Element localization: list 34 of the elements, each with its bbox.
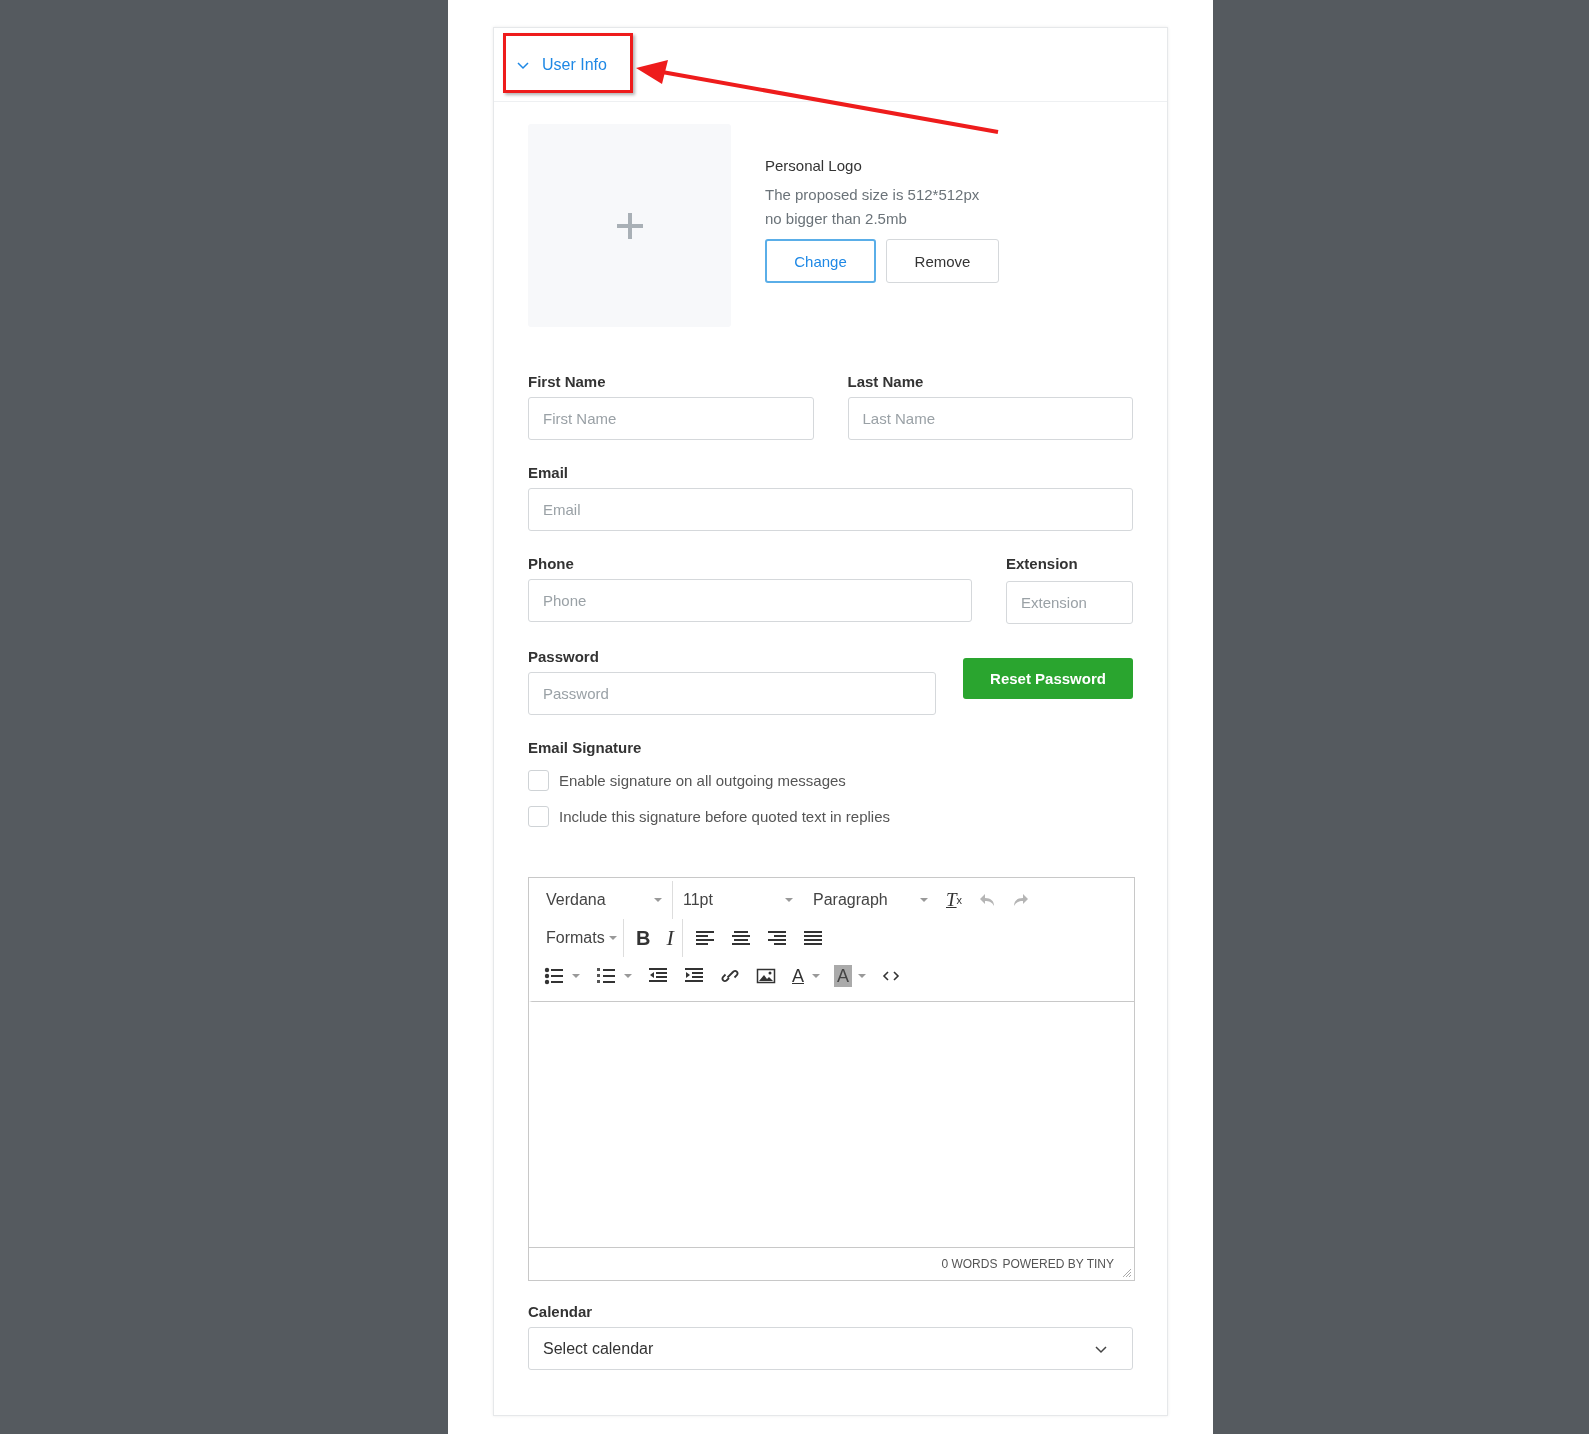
calendar-select[interactable]: Select calendar — [528, 1327, 1133, 1370]
section-toggle[interactable]: User Info — [516, 49, 607, 80]
background-color-icon[interactable]: A — [834, 965, 853, 987]
input-field[interactable]: Last Name — [847, 397, 1133, 440]
input-field[interactable]: Extension — [1006, 581, 1133, 624]
checkbox-label: Enable signature on all outgoing messages — [559, 772, 846, 789]
input-field[interactable]: First Name — [528, 397, 814, 440]
font-select[interactable]: Verdana — [536, 881, 673, 919]
logo-label: Personal Logo — [765, 157, 863, 174]
field-label: Password — [528, 648, 600, 665]
field-label: Phone — [528, 555, 575, 572]
formats-select[interactable]: Formats — [536, 919, 624, 957]
logo-hint: The proposed size is 512*512px — [765, 185, 981, 205]
resize-handle-icon[interactable] — [1122, 1268, 1132, 1278]
input-field[interactable]: Phone — [528, 579, 972, 622]
size-select[interactable]: 11pt — [673, 881, 803, 919]
field-label: Last Name — [847, 373, 925, 390]
field-label: Extension — [1006, 555, 1079, 572]
section-label: Email Signature — [528, 739, 643, 756]
field-label: Email — [528, 464, 570, 481]
field-label: Calendar — [528, 1303, 594, 1320]
input-field[interactable]: Email — [528, 488, 1133, 531]
remove-button[interactable]: Remove — [886, 239, 999, 283]
checkbox-label: Include this signature before quoted text in replies — [559, 808, 891, 825]
checkbox[interactable] — [528, 770, 549, 791]
change-button[interactable]: Change — [765, 239, 876, 283]
checkbox[interactable] — [528, 806, 549, 827]
logo-hint: no bigger than 2.5mb — [765, 209, 908, 229]
word-count: 0 WORDS — [941, 1257, 998, 1271]
input-field[interactable]: Password — [528, 672, 936, 715]
plus-icon — [614, 210, 645, 241]
field-label: First Name — [528, 373, 607, 390]
block-select[interactable]: Paragraph — [803, 881, 938, 919]
branding-text: POWERED BY TINY — [1002, 1257, 1114, 1271]
